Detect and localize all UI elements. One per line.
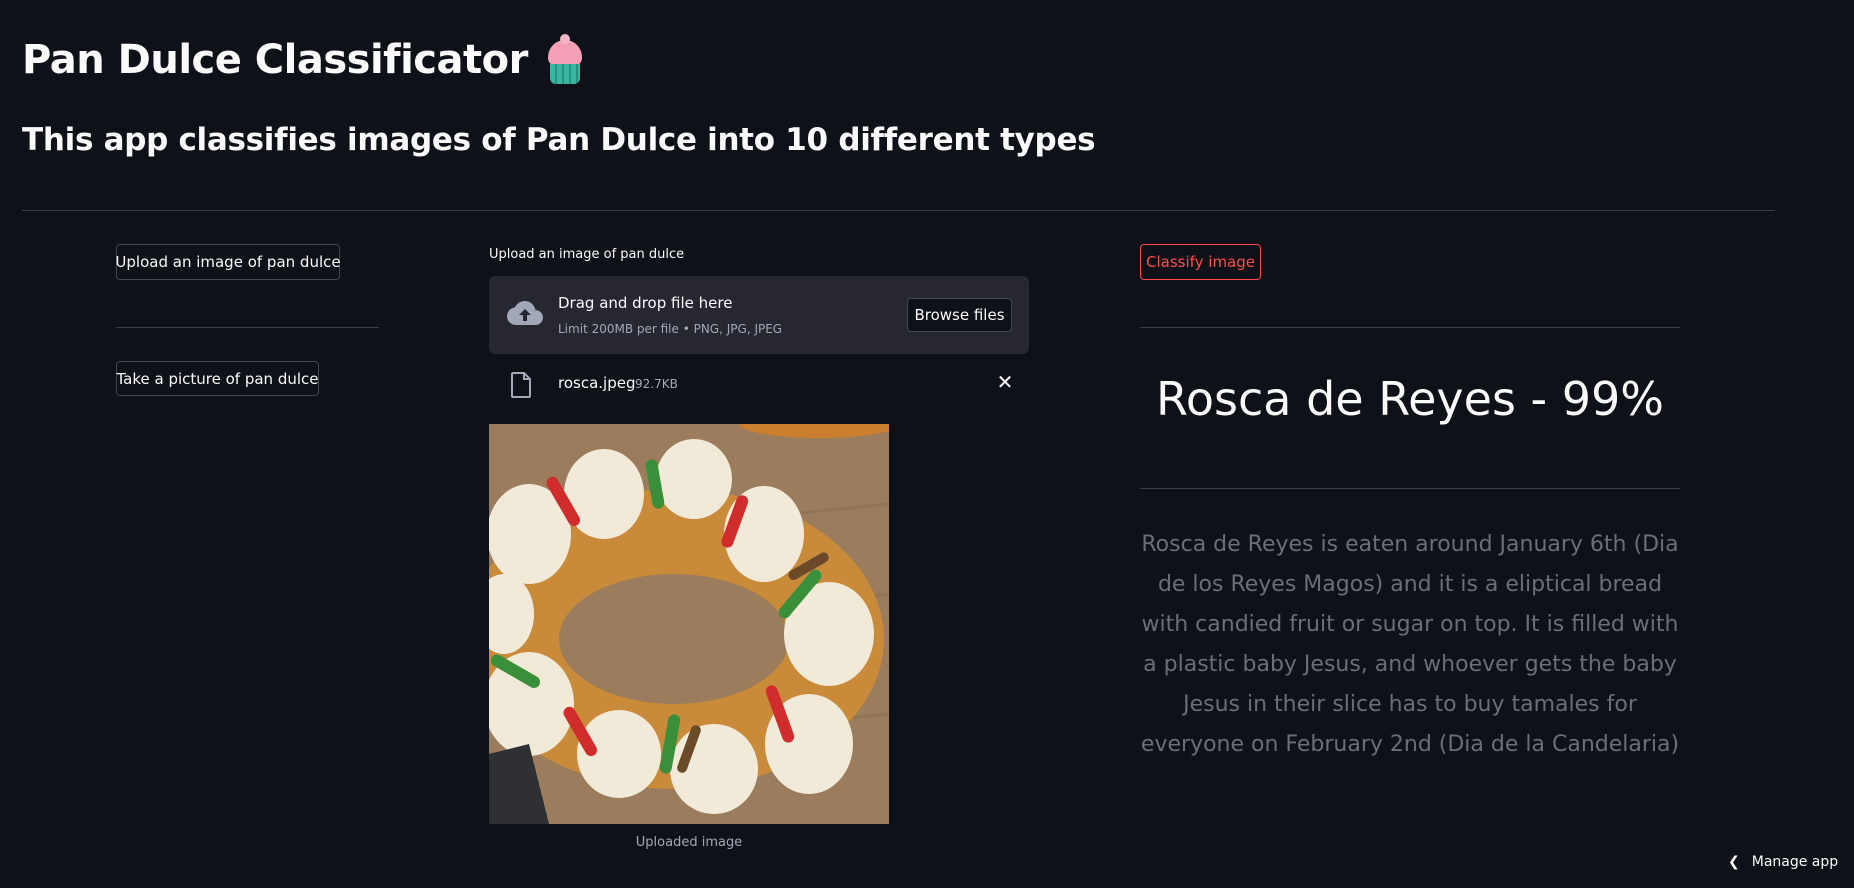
chevron-left-icon: ❮ [1728,854,1740,870]
cupcake-icon [542,34,586,84]
manage-app-button[interactable]: ❮ Manage app [1728,854,1838,870]
dropzone-limit-text: Limit 200MB per file • PNG, JPG, JPEG [558,322,783,336]
divider [1140,488,1680,489]
image-caption: Uploaded image [635,835,743,850]
file-dropzone[interactable]: Drag and drop file here Limit 200MB per … [489,276,1029,354]
result-description: Rosca de Reyes is eaten around January 6… [1140,532,1680,757]
classify-image-button[interactable]: Classify image [1140,244,1261,280]
page-subtitle: This app classifies images of Pan Dulce … [22,122,1096,158]
classification-result: Rosca de Reyes - 99% [1156,372,1664,426]
uploader-label: Upload an image of pan dulce [489,247,685,262]
app-root: Pan Dulce Classificator This app classif… [0,0,1854,888]
cloud-upload-icon [507,301,543,325]
file-icon [511,372,531,398]
browse-files-button[interactable]: Browse files [907,298,1012,332]
uploaded-image [489,424,889,824]
divider [22,210,1775,211]
divider [1140,327,1680,328]
take-picture-button[interactable]: Take a picture of pan dulce [116,361,319,396]
title-text: Pan Dulce Classificator [22,37,528,83]
uploaded-file-row: rosca.jpeg 92.7KB ✕ [489,366,1029,402]
file-size: 92.7KB [635,377,678,391]
file-name: rosca.jpeg [558,374,636,392]
manage-app-label: Manage app [1751,854,1839,870]
remove-file-close-icon[interactable]: ✕ [993,370,1017,394]
upload-image-button[interactable]: Upload an image of pan dulce [115,244,341,280]
page-title: Pan Dulce Classificator [22,34,586,84]
divider [116,327,379,328]
dropzone-title: Drag and drop file here [558,294,733,312]
